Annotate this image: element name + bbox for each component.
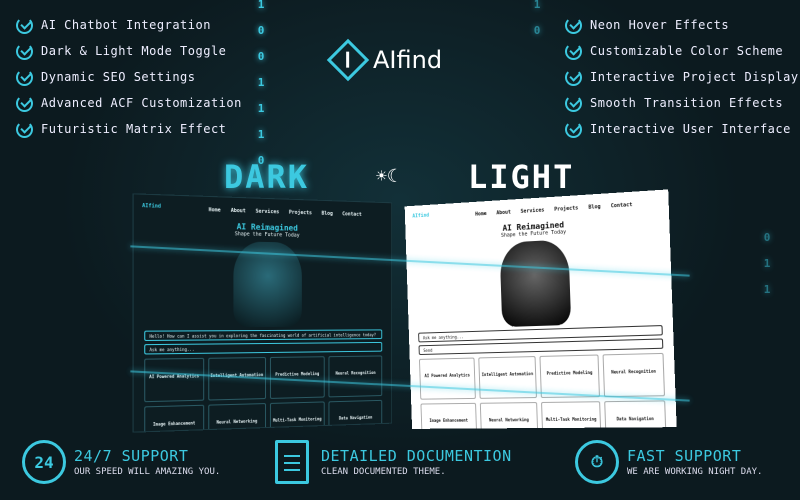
matrix-digit: 1	[257, 0, 265, 11]
service-cards: AI Powered AnalyticsIntelligent Automati…	[418, 352, 667, 429]
service-card: Neural Networking	[479, 402, 539, 429]
mockup-logo: AIfind	[142, 202, 162, 210]
feature-item: Advanced ACF Customization	[16, 90, 242, 116]
service-card: Neural Recognition	[328, 355, 383, 398]
logo-text: AIfind	[373, 46, 443, 74]
footer-support: 24 24/7 SUPPORT OUR SPEED WILL AMAZING YO…	[22, 440, 220, 484]
feature-label: Dynamic SEO Settings	[41, 70, 196, 84]
chat-input: Ask me anything...	[144, 341, 383, 355]
check-circle-icon	[16, 94, 33, 112]
nav-item: Services	[255, 208, 280, 216]
footer-fast-support: ⏱ FAST SUPPORT WE ARE WORKING NIGHT DAY.	[575, 440, 762, 484]
feature-label: Futuristic Matrix Effect	[41, 122, 227, 136]
logo-mark-icon	[326, 38, 370, 82]
feature-label: Customizable Color Scheme	[590, 44, 784, 58]
brand-logo: AIfind	[326, 38, 443, 82]
check-circle-icon	[565, 94, 582, 112]
service-card: AI Powered Analytics	[144, 357, 204, 403]
nav-item: Contact	[610, 201, 633, 210]
footer-docs: DETAILED DOCUMENTION CLEAN DOCUMENTED THE…	[275, 440, 512, 484]
service-card: Image Enhancement	[420, 402, 478, 429]
nav-item: About	[496, 209, 511, 217]
feature-label: AI Chatbot Integration	[41, 18, 211, 32]
feature-item: Neon Hover Effects	[565, 12, 799, 38]
footer-title: FAST SUPPORT	[627, 447, 742, 465]
matrix-digit: 0	[763, 231, 771, 244]
service-card: Data Navigation	[604, 400, 667, 429]
feature-item: AI Chatbot Integration	[16, 12, 242, 38]
matrix-digit: 1	[257, 128, 265, 141]
check-circle-icon	[565, 68, 582, 86]
service-card: Neural Recognition	[602, 352, 666, 398]
service-card: Image Enhancement	[144, 404, 204, 433]
light-label: LIGHT	[468, 158, 575, 196]
matrix-digit: 1	[763, 257, 771, 270]
check-circle-icon	[16, 16, 33, 34]
nav-item: Home	[475, 210, 487, 218]
nav-item: Projects	[288, 209, 312, 217]
feature-label: Advanced ACF Customization	[41, 96, 242, 110]
nav-item: Blog	[588, 203, 601, 211]
feature-item: Dark & Light Mode Toggle	[16, 38, 242, 64]
service-cards: AI Powered AnalyticsIntelligent Automati…	[144, 355, 383, 433]
dark-label: DARK	[224, 158, 310, 196]
check-circle-icon	[565, 120, 582, 138]
feature-item: Smooth Transition Effects	[565, 90, 799, 116]
features-left: AI Chatbot Integration Dark & Light Mode…	[16, 12, 242, 142]
feature-label: Smooth Transition Effects	[590, 96, 784, 110]
matrix-digit: 1	[763, 283, 771, 296]
matrix-digit: 1	[533, 0, 541, 11]
nav-item: Blog	[321, 210, 333, 217]
matrix-column: 1001110	[256, 0, 266, 174]
check-circle-icon	[565, 42, 582, 60]
check-circle-icon	[16, 42, 33, 60]
features-right: Neon Hover Effects Customizable Color Sc…	[565, 12, 799, 142]
check-circle-icon	[16, 120, 33, 138]
feature-item: Customizable Color Scheme	[565, 38, 799, 64]
matrix-digit: 0	[257, 24, 265, 37]
nav-item: Home	[208, 207, 221, 214]
matrix-digit: 0	[257, 50, 265, 63]
check-circle-icon	[565, 16, 582, 34]
document-icon	[275, 440, 309, 484]
feature-item: Futuristic Matrix Effect	[16, 116, 242, 142]
feature-label: Interactive Project Display	[590, 70, 799, 84]
feature-item: Dynamic SEO Settings	[16, 64, 242, 90]
matrix-column: 0 1 1	[762, 225, 772, 303]
robot-head-image	[499, 239, 572, 328]
sun-moon-icon: ☀☾	[376, 166, 398, 187]
check-circle-icon	[16, 68, 33, 86]
service-card: Multi-Task Monitoring	[541, 401, 602, 429]
footer-subtitle: WE ARE WORKING NIGHT DAY.	[627, 467, 763, 477]
footer-title: DETAILED DOCUMENTION	[321, 447, 512, 465]
stopwatch-icon: ⏱	[575, 440, 619, 484]
footer-title: 24/7 SUPPORT	[74, 447, 189, 465]
chat-message: Hello! How can I assist you in exploring…	[144, 329, 383, 342]
footer-subtitle: OUR SPEED WILL AMAZING YOU.	[74, 467, 221, 477]
feature-item: Interactive Project Display	[565, 64, 799, 90]
matrix-digit: 1	[257, 102, 265, 115]
nav-item: Projects	[554, 205, 579, 213]
nav-item: Contact	[342, 211, 362, 218]
matrix-digit: 1	[257, 76, 265, 89]
service-card: AI Powered Analytics	[418, 357, 476, 400]
nav-item: Services	[520, 207, 545, 215]
mockup-logo: AIfind	[412, 212, 430, 220]
feature-label: Interactive User Interface	[590, 122, 791, 136]
feature-label: Neon Hover Effects	[590, 18, 730, 32]
clock-24-icon: 24	[22, 440, 66, 484]
matrix-column: 10	[532, 0, 542, 44]
feature-item: Interactive User Interface	[565, 116, 799, 142]
feature-label: Dark & Light Mode Toggle	[41, 44, 227, 58]
dark-mockup: AIfind Home About Services Projects Blog Cont…	[132, 193, 393, 433]
nav-item: About	[230, 207, 246, 215]
service-card: Neural Networking	[207, 403, 266, 433]
matrix-digit: 0	[533, 24, 541, 37]
footer-subtitle: CLEAN DOCUMENTED THEME.	[321, 467, 446, 477]
